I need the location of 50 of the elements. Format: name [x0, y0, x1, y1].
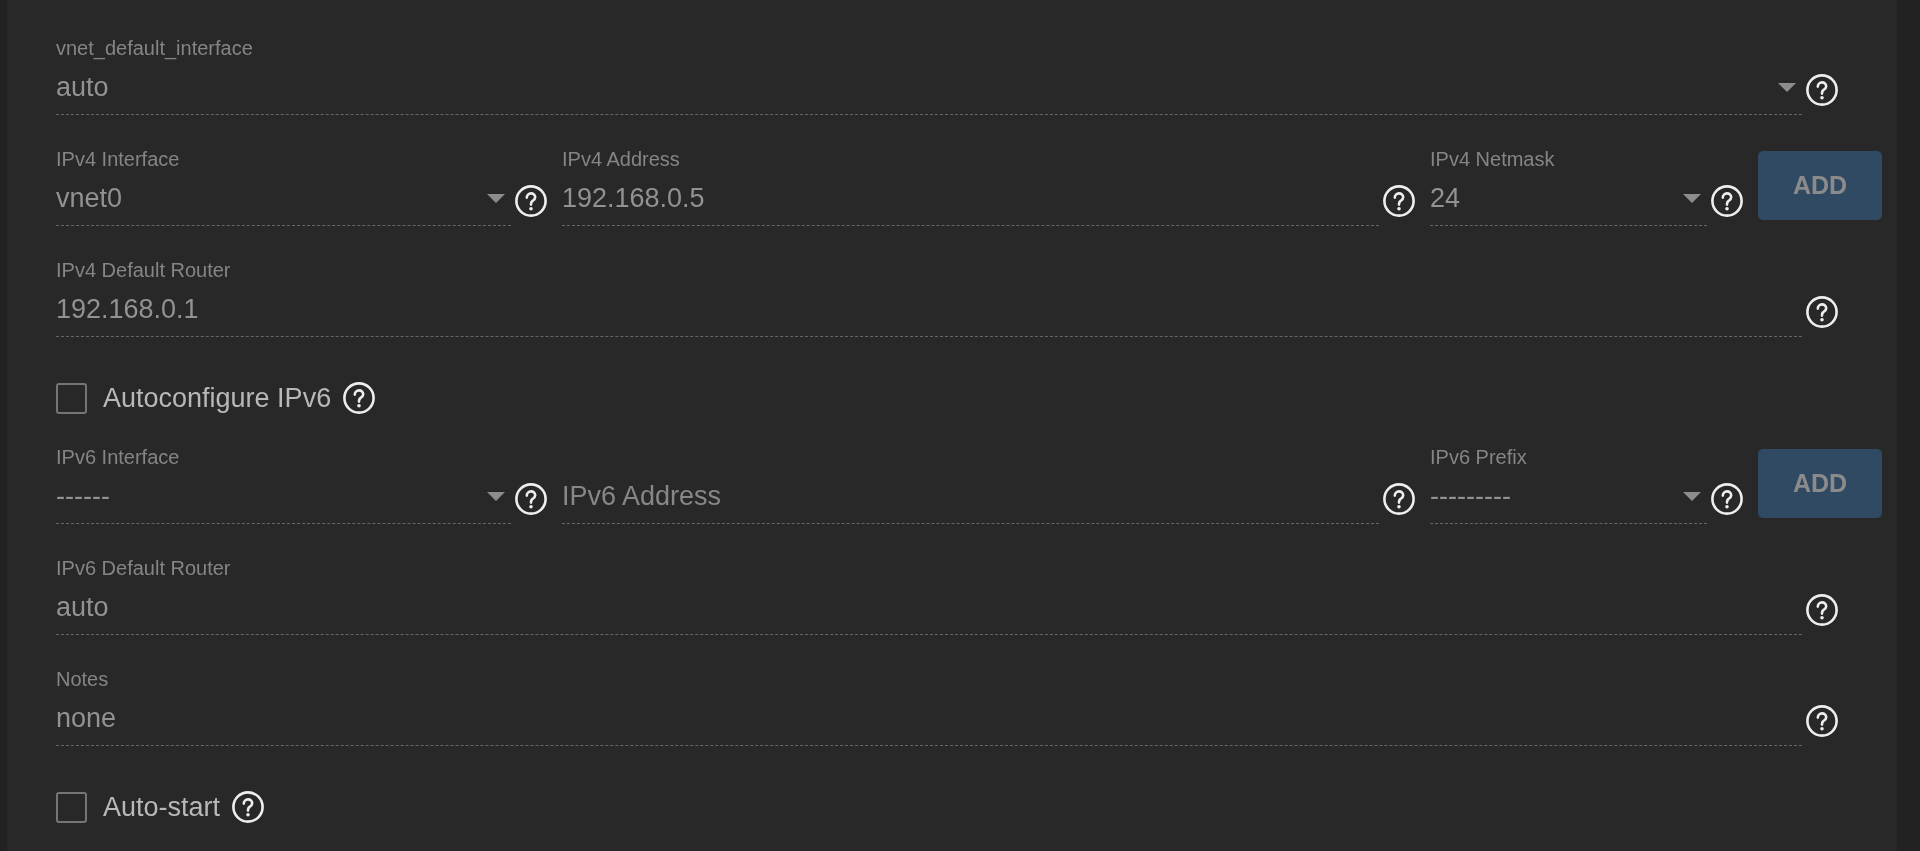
help-icon[interactable] [1711, 483, 1743, 515]
field-value: none [56, 702, 117, 735]
help-icon[interactable] [1383, 185, 1415, 217]
field-label: IPv4 Address [562, 148, 680, 170]
field-value: auto [56, 591, 109, 624]
field-placeholder: IPv6 Address [562, 480, 722, 513]
checkbox-label: Auto-start [103, 791, 221, 824]
field-label: IPv4 Default Router [56, 259, 231, 281]
caret-icon [487, 491, 505, 501]
caret-icon [1683, 193, 1701, 203]
dropdown-field[interactable]: vnet_default_interface auto [56, 36, 1802, 115]
help-icon[interactable] [515, 483, 547, 515]
field-label: IPv4 Interface [56, 148, 180, 170]
help-icon[interactable] [1806, 74, 1838, 106]
checkbox[interactable] [56, 382, 87, 414]
field-label: IPv6 Interface [56, 446, 180, 468]
text-field[interactable]: IPv6 Default Router auto [56, 556, 1802, 635]
checkbox[interactable] [56, 791, 87, 823]
field-label: IPv6 Default Router [56, 557, 231, 579]
help-icon[interactable] [1806, 296, 1838, 328]
help-icon[interactable] [1383, 483, 1415, 515]
text-field[interactable]: IPv4 Address 192.168.0.5 [562, 147, 1379, 226]
field-value: ------ [56, 480, 110, 513]
text-field[interactable]: IPv4 Default Router 192.168.0.1 [56, 258, 1802, 337]
help-icon[interactable] [515, 185, 547, 217]
field-label: Notes [56, 668, 109, 690]
field-value: --------- [1430, 480, 1511, 513]
caret-icon [1778, 82, 1796, 92]
dropdown-field[interactable]: IPv4 Interface vnet0 [56, 147, 511, 226]
field-label: vnet_default_interface [56, 37, 253, 59]
field-label: IPv6 Prefix [1430, 446, 1527, 468]
caret-icon [487, 193, 505, 203]
text-field[interactable]: IPv6 Address [562, 445, 1379, 524]
help-icon[interactable] [1806, 705, 1838, 737]
help-icon[interactable] [343, 382, 376, 414]
field-label: IPv4 Netmask [1430, 148, 1555, 170]
dropdown-field[interactable]: IPv6 Prefix --------- [1430, 445, 1707, 524]
dropdown-field[interactable]: IPv6 Interface ------ [56, 445, 511, 524]
field-value: 24 [1430, 182, 1461, 215]
caret-icon [1683, 491, 1701, 501]
field-value: vnet0 [56, 182, 123, 215]
help-icon[interactable] [1711, 185, 1743, 217]
field-value: auto [56, 71, 109, 104]
field-value: 192.168.0.5 [562, 182, 705, 215]
help-icon[interactable] [232, 791, 265, 823]
help-icon[interactable] [1806, 594, 1838, 626]
checkbox-label: Autoconfigure IPv6 [103, 382, 332, 415]
dropdown-field[interactable]: IPv4 Netmask 24 [1430, 147, 1707, 226]
text-field[interactable]: Notes none [56, 667, 1802, 746]
field-value: 192.168.0.1 [56, 293, 199, 326]
